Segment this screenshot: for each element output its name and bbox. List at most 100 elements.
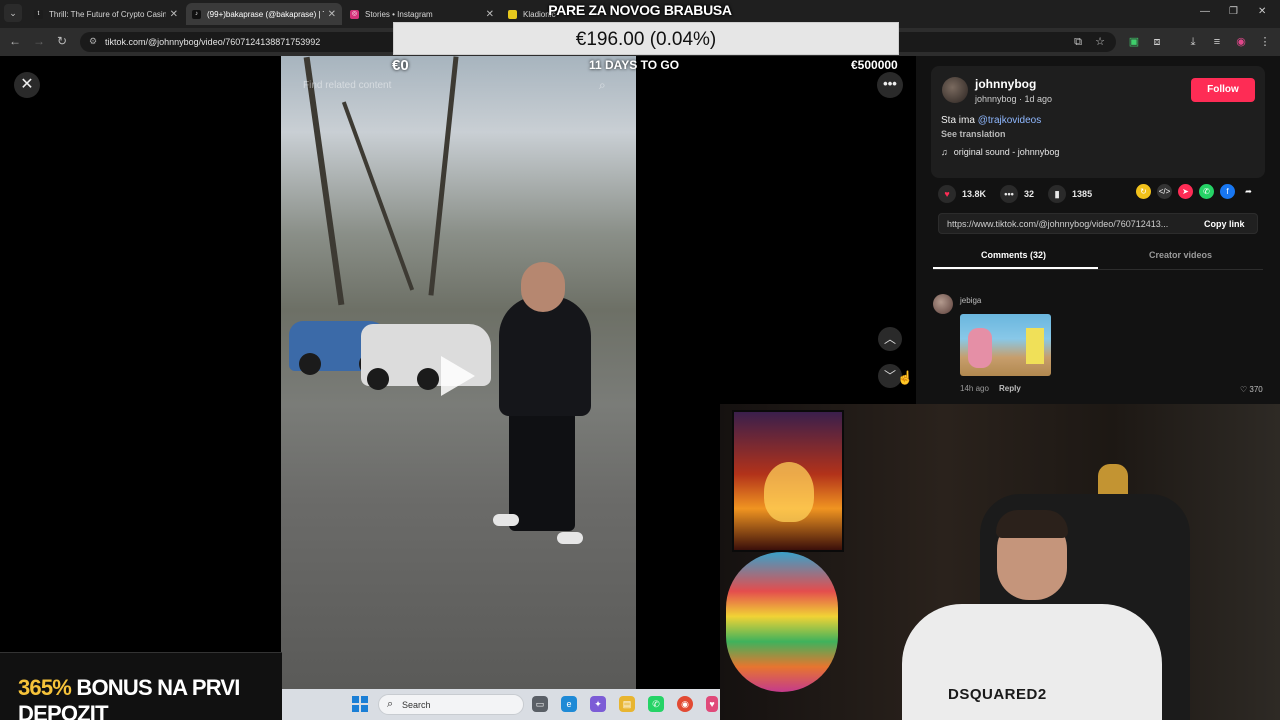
close-icon: ✕ (20, 76, 34, 93)
bonus-ad-banner: 365% BONUS NA PRVI DEPOZIT (0, 652, 282, 720)
send-icon[interactable]: ➤ (1178, 184, 1193, 199)
gif-figure (1026, 328, 1044, 364)
embed-icon[interactable]: </> (1157, 184, 1172, 199)
heart-outline-icon: ♡ (1240, 385, 1250, 394)
tab-creator-videos[interactable]: Creator videos (1149, 250, 1212, 260)
extension-green-icon[interactable]: ▣ (1127, 35, 1141, 49)
bookmark-star-icon[interactable]: ☆ (1093, 35, 1107, 49)
mention-link[interactable]: @trajkovideos (978, 115, 1042, 126)
author-card: johnnybog johnnybog · 1d ago Follow Sta … (931, 66, 1265, 178)
author-avatar[interactable] (942, 77, 968, 103)
overlay-progress-box: €196.00 (0.04%) (393, 22, 899, 55)
file-explorer-icon[interactable]: ▤ (619, 696, 635, 712)
download-icon[interactable]: ⤓ (1186, 35, 1200, 49)
music-note-icon: ♫ (941, 147, 948, 157)
taskbar-search[interactable]: ⌕ Search (378, 694, 524, 715)
stats-row: ♥ 13.8K ••• 32 ▮ 1385 (938, 183, 1106, 205)
person-legs (509, 411, 575, 531)
url-text[interactable]: tiktok.com/@johnnybog/video/760712413887… (105, 37, 320, 47)
close-video-button[interactable]: ✕ (14, 72, 40, 98)
extensions-icon[interactable]: ⧈ (1150, 35, 1164, 49)
see-translation-link[interactable]: See translation (941, 129, 1006, 139)
like-count: 13.8K (962, 189, 987, 199)
author-name[interactable]: johnnybog (975, 77, 1036, 91)
gif-figure (968, 328, 992, 368)
music-title: original sound - johnnybog (953, 147, 1060, 157)
overlay-goal-title: PARE ZA NOVOG BRABUSA (548, 2, 732, 18)
monitor-fireplace (732, 410, 844, 552)
forward-icon[interactable]: → (33, 34, 45, 48)
comment-like-count[interactable]: ♡ 370 (1240, 385, 1263, 394)
hand-cursor-icon: ☝ (897, 370, 914, 385)
video-link[interactable]: https://www.tiktok.com/@johnnybog/video/… (947, 219, 1189, 229)
shoe (557, 532, 583, 544)
heart-icon[interactable]: ♥ (938, 185, 956, 203)
windows-start-icon[interactable] (352, 696, 368, 712)
app-icon[interactable]: ♥ (706, 696, 718, 712)
copy-link-button[interactable]: Copy link (1204, 219, 1245, 229)
facebook-icon[interactable]: f (1220, 184, 1235, 199)
video-link-box[interactable]: https://www.tiktok.com/@johnnybog/video/… (938, 213, 1258, 234)
copilot-icon[interactable]: ✦ (590, 696, 606, 712)
chevron-up-icon: ︿ (883, 332, 896, 346)
previous-video-button[interactable]: ︿ (878, 327, 902, 351)
comment-likes-value: 370 (1249, 385, 1263, 394)
tree-branch (303, 56, 345, 306)
music-row[interactable]: ♫ original sound - johnnybog (941, 147, 1059, 157)
play-icon[interactable] (441, 356, 475, 396)
chevron-down-icon: ﹀ (883, 369, 896, 383)
find-related-text[interactable]: Find related content (303, 80, 391, 91)
edge-icon[interactable]: e (561, 696, 577, 712)
bookmark-icon[interactable]: ▮ (1048, 185, 1067, 203)
share-arrow-icon[interactable]: ➦ (1241, 184, 1256, 199)
whatsapp-icon[interactable]: ✆ (1199, 184, 1214, 199)
ellipsis-icon: ••• (883, 76, 897, 91)
whatsapp-app-icon[interactable]: ✆ (648, 696, 664, 712)
reply-button[interactable]: Reply (999, 384, 1021, 393)
repost-icon[interactable]: ↻ (1136, 184, 1151, 199)
comment-username[interactable]: jebiga (960, 296, 981, 305)
video-details-panel: johnnybog johnnybog · 1d ago Follow Sta … (916, 56, 1280, 404)
save-count: 1385 (1072, 189, 1093, 199)
rainbow-ball (726, 552, 838, 692)
browser-menu-icon[interactable]: ⋮ (1258, 35, 1272, 49)
comment-time: 14h ago (960, 384, 989, 393)
shirt-logo-text: DSQUARED2 (948, 686, 1047, 703)
overlay-goal-amount: €500000 (851, 58, 898, 72)
more-options-button[interactable]: ••• (877, 72, 903, 98)
comment-count: 32 (1024, 189, 1035, 199)
video-description: Sta ima @trajkovideos (941, 115, 1041, 126)
tab-comments[interactable]: Comments (32) (981, 250, 1046, 260)
video-player[interactable]: Find related content ⌕ (281, 56, 636, 690)
back-icon[interactable]: ← (9, 34, 21, 48)
person-body (499, 296, 591, 416)
wheel (367, 368, 389, 390)
site-info-icon[interactable]: ⚙ (89, 36, 97, 47)
media-icon[interactable]: ≡ (1210, 35, 1224, 49)
profile-icon[interactable]: ◉ (1234, 35, 1248, 49)
tree-branch (428, 56, 459, 296)
tree-branch (341, 101, 415, 291)
person-head (521, 262, 565, 312)
cast-icon[interactable]: ⧉ (1071, 35, 1085, 49)
task-view-icon[interactable]: ▭ (532, 696, 548, 712)
ad-highlight: 365% (18, 675, 72, 700)
taskbar-search-label: Search (402, 700, 431, 710)
reload-icon[interactable]: ↻ (57, 34, 67, 48)
comment-icon[interactable]: ••• (1000, 185, 1019, 203)
overlay-price: €196.00 (0.04%) (575, 29, 717, 50)
share-icons: ↻ </> ➤ ✆ f ➦ (1136, 184, 1262, 199)
wheel (417, 368, 439, 390)
streamer-hair (996, 510, 1068, 538)
webcam-feed: DSQUARED2 (720, 404, 1280, 720)
panel-tabs: Comments (32) Creator videos (933, 246, 1263, 270)
comment-avatar[interactable] (933, 294, 953, 314)
search-icon: ⌕ (387, 698, 394, 710)
comment-gif-image[interactable] (960, 314, 1051, 376)
follow-button[interactable]: Follow (1191, 78, 1255, 102)
description-text: Sta ima (941, 115, 978, 126)
fire (764, 462, 814, 522)
chrome-icon[interactable]: ◉ (677, 696, 693, 712)
overlay-start-amount: €0 (392, 57, 409, 74)
search-icon[interactable]: ⌕ (599, 78, 606, 93)
